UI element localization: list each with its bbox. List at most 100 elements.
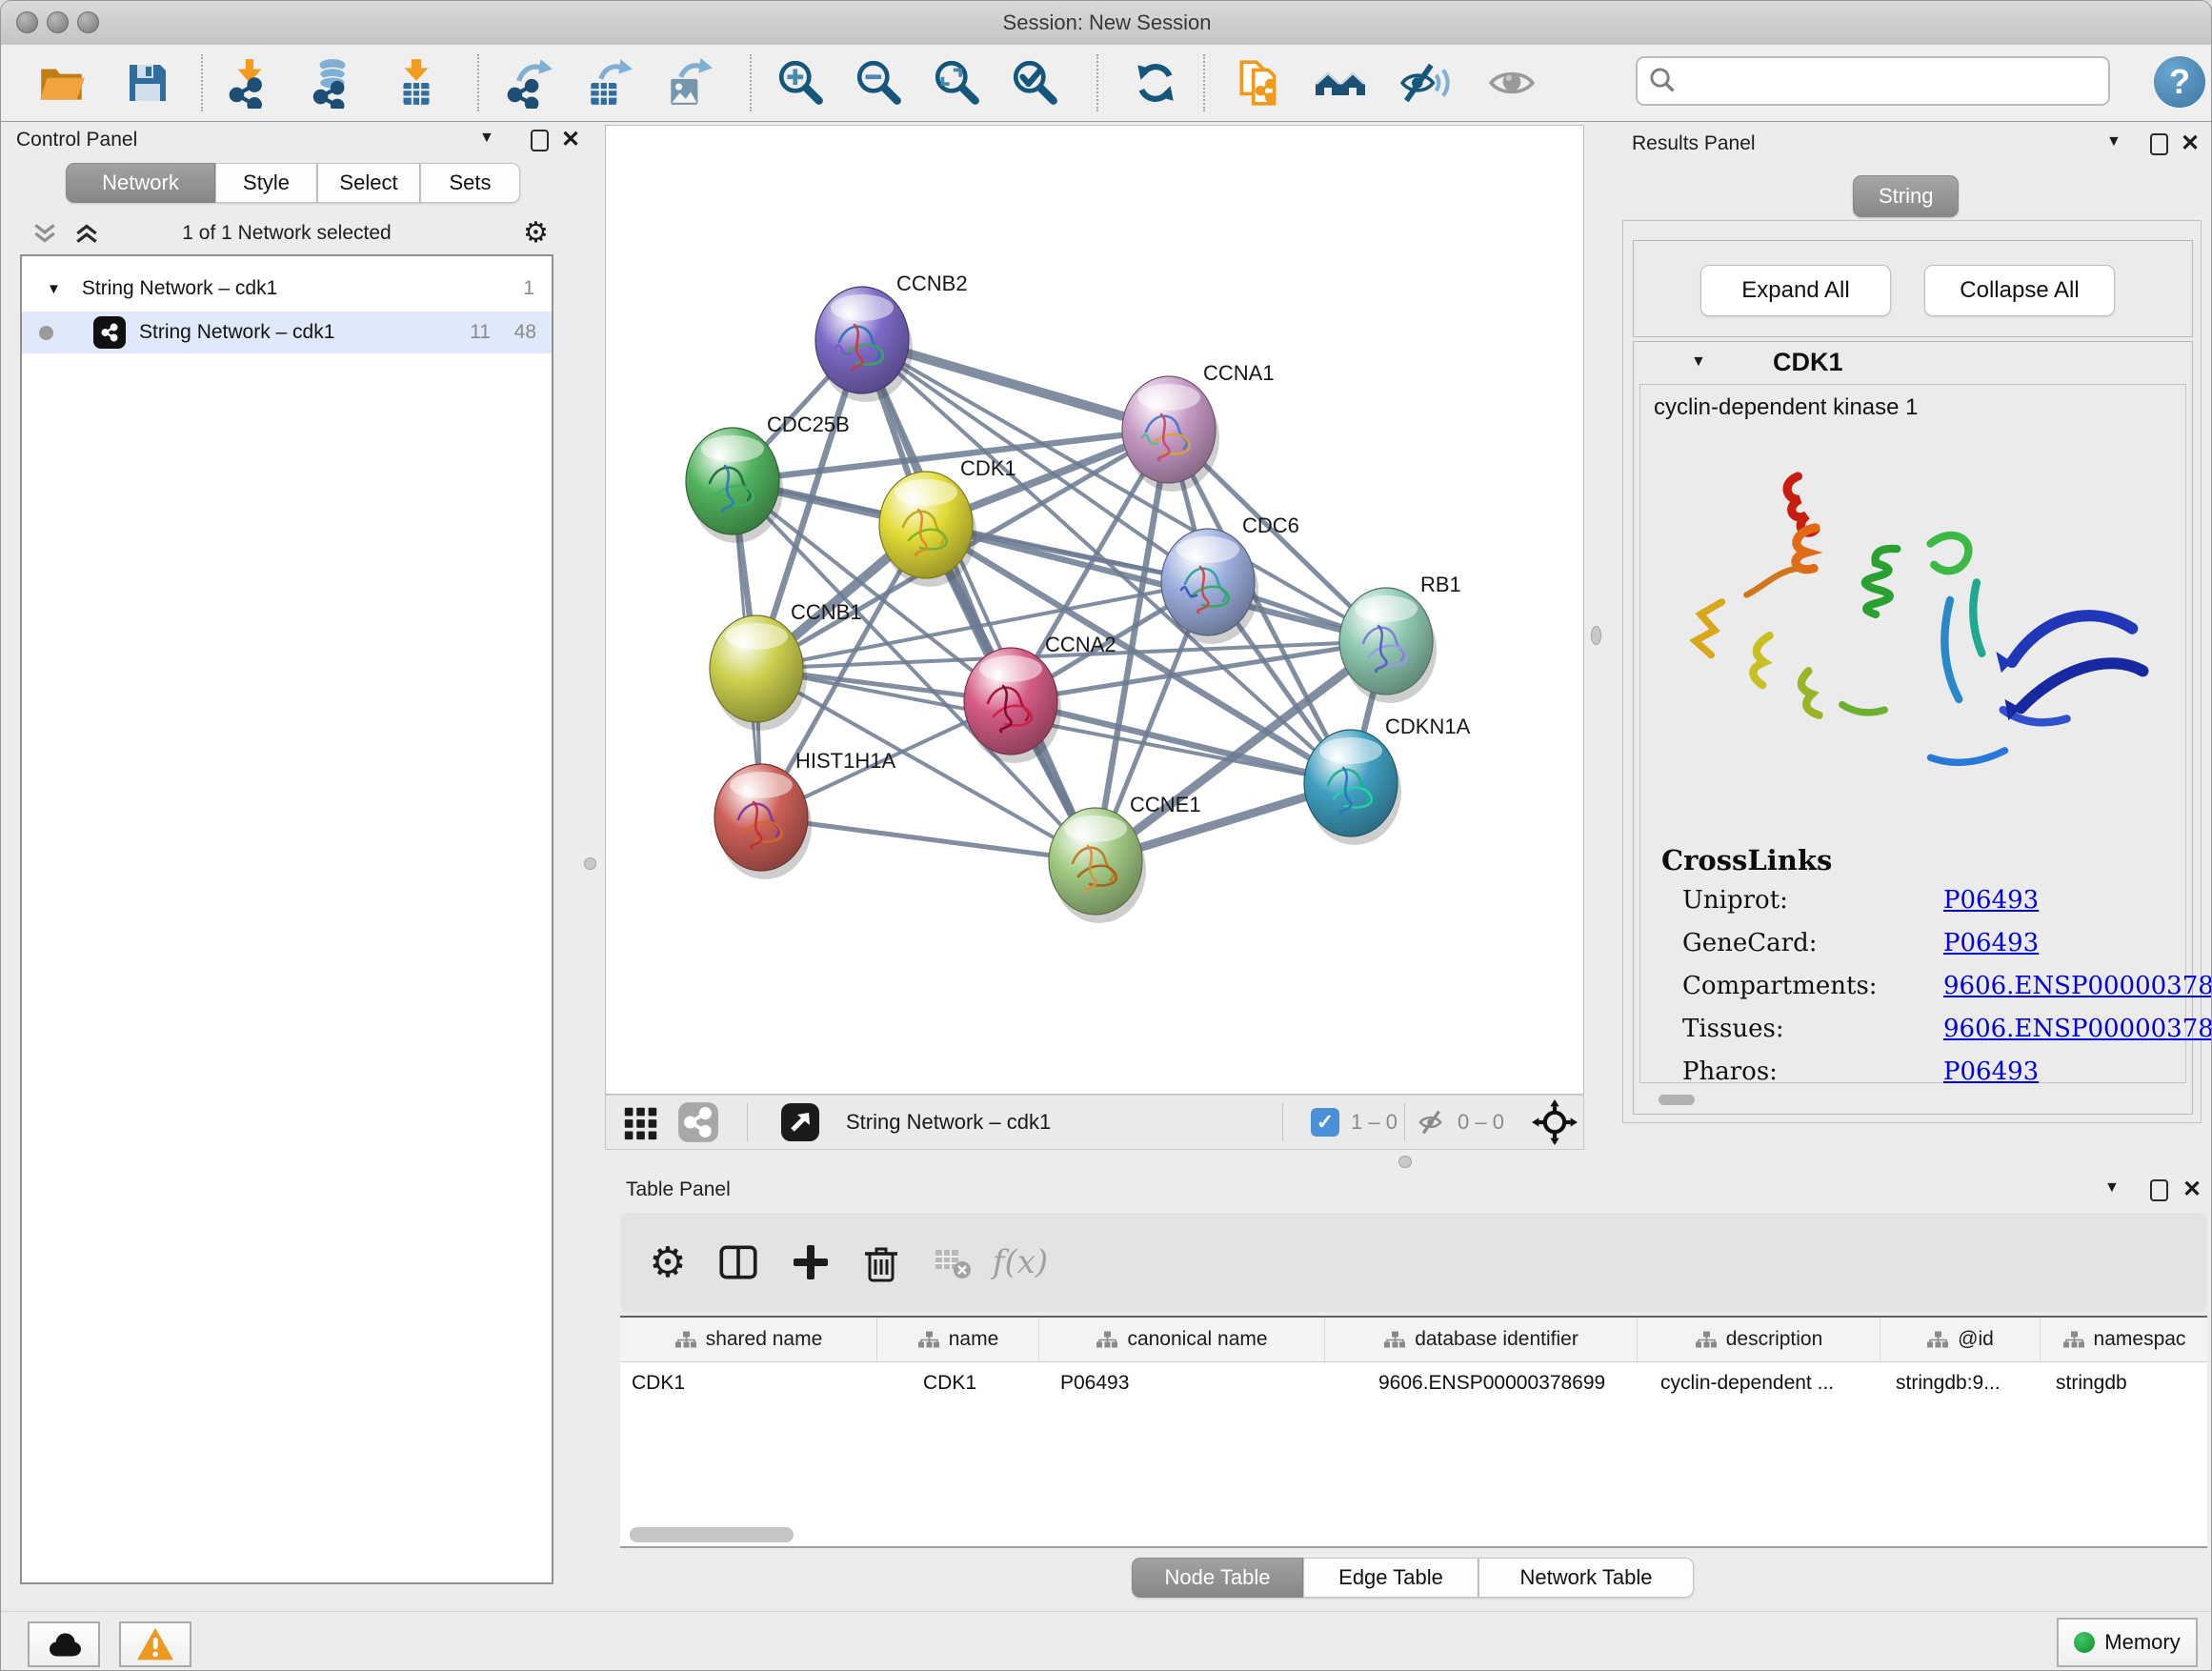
collapse-all-button[interactable]: Collapse All (1924, 265, 2115, 316)
collapse-panel-icon[interactable]: ▼ (2104, 1179, 2120, 1197)
export-network-button[interactable] (502, 56, 555, 110)
crosslink-genecard[interactable]: P06493 (1943, 929, 2039, 957)
zoom-in-button[interactable] (774, 56, 828, 110)
table-hscrollbar-thumb[interactable] (630, 1527, 794, 1542)
collapse-panel-icon[interactable]: ▼ (479, 130, 494, 147)
column-header[interactable]: description (1638, 1318, 1880, 1361)
memory-button[interactable]: Memory (2057, 1618, 2198, 1667)
tab-sets[interactable]: Sets (420, 163, 520, 203)
tree-caret-icon[interactable]: ▼ (47, 281, 61, 297)
network-list-toolbar: 1 of 1 Network selected ⚙ (20, 214, 553, 252)
close-panel-icon[interactable]: ✕ (2182, 1176, 2202, 1203)
network-node-HIST1H1A[interactable] (714, 764, 812, 879)
open-folder-icon (36, 57, 88, 109)
expand-all-button[interactable]: Expand All (1700, 265, 1891, 316)
zoom-fit-button[interactable] (931, 56, 984, 110)
gear-icon[interactable]: ⚙ (523, 216, 549, 250)
float-panel-icon[interactable] (2150, 1179, 2168, 1201)
show-eye-button[interactable] (1485, 56, 1538, 110)
show-grid-button[interactable] (621, 1096, 661, 1149)
table-export-icon (583, 57, 634, 109)
float-panel-icon[interactable] (2150, 133, 2168, 155)
search-input[interactable] (1685, 68, 2108, 94)
tab-style[interactable]: Style (215, 163, 317, 203)
column-header[interactable]: @id (1880, 1318, 2041, 1361)
table-settings-button[interactable]: ⚙ (641, 1236, 694, 1289)
open-session-button[interactable] (35, 56, 89, 110)
zoom-out-button[interactable] (853, 56, 906, 110)
tab-network[interactable]: Network (66, 163, 215, 203)
network-row-selected[interactable]: String Network – cdk1 11 48 (22, 312, 552, 353)
close-panel-icon[interactable]: ✕ (2181, 130, 2200, 157)
results-hscrollbar-thumb[interactable] (1659, 1095, 1695, 1105)
network-collection-row[interactable]: ▼ String Network – cdk1 1 (22, 268, 552, 310)
columns-icon (715, 1239, 761, 1285)
import-table-button[interactable] (390, 56, 443, 110)
network-node-CCNA1[interactable] (1122, 376, 1219, 492)
tab-string[interactable]: String (1853, 175, 1959, 217)
column-header[interactable]: namespac (2041, 1318, 2207, 1361)
network-node-CCNB2[interactable] (815, 287, 913, 402)
birdseye-toggle-button[interactable] (1532, 1096, 1578, 1149)
gene-description: cyclin-dependent kinase 1 (1654, 394, 1919, 421)
string-style-button[interactable] (676, 1096, 720, 1149)
expand-collapse-box: Expand All Collapse All (1633, 240, 2193, 337)
hide-labels-button[interactable] (1398, 56, 1451, 110)
gene-collapse-icon[interactable]: ▼ (1691, 353, 1706, 371)
export-image-button[interactable] (662, 56, 715, 110)
collapse-panel-icon[interactable]: ▼ (2106, 133, 2122, 151)
help-button[interactable]: ? (2154, 56, 2205, 108)
tab-select[interactable]: Select (317, 163, 420, 203)
crosslink-tissues[interactable]: 9606.ENSP00000378699 (1943, 1015, 2212, 1043)
show-columns-button[interactable] (712, 1236, 765, 1289)
close-panel-icon[interactable]: ✕ (561, 126, 580, 153)
delete-column-button[interactable] (855, 1236, 908, 1289)
refresh-button[interactable] (1129, 56, 1182, 110)
tab-edge-table[interactable]: Edge Table (1303, 1558, 1478, 1598)
crosslink-label: Tissues: (1682, 1015, 1784, 1043)
network-node-CCNE1[interactable] (1049, 808, 1146, 923)
open-external-button[interactable] (779, 1096, 821, 1149)
string-export-button[interactable] (1234, 56, 1287, 110)
selected-checkbox[interactable]: ✓ (1311, 1096, 1339, 1149)
crosslink-compartments[interactable]: 9606.ENSP00000378699 (1943, 972, 2212, 1000)
crosslink-pharos[interactable]: P06493 (1943, 1057, 2039, 1086)
grid-icon (621, 1102, 661, 1142)
crosslink-uniprot[interactable]: P06493 (1943, 886, 2039, 915)
houses-icon (1314, 57, 1367, 109)
network-node-RB1[interactable] (1339, 588, 1437, 703)
column-header[interactable]: name (877, 1318, 1039, 1361)
cloud-status-button[interactable] (28, 1621, 100, 1667)
vertical-splitter-handle[interactable] (584, 857, 596, 870)
string-home-button[interactable] (1314, 56, 1367, 110)
horizontal-splitter-handle[interactable] (1398, 1156, 1412, 1168)
control-panel-tabs: Network Style Select Sets (66, 163, 520, 203)
export-table-button[interactable] (582, 56, 635, 110)
network-node-label-CDC6: CDC6 (1242, 513, 1299, 537)
tab-node-table[interactable]: Node Table (1132, 1558, 1303, 1598)
column-header[interactable]: shared name (620, 1318, 877, 1361)
share-icon (676, 1100, 720, 1144)
network-canvas[interactable]: CCNB2CCNA1CDC25BCDK1CDC6RB1CCNB1CCNA2CDK… (605, 125, 1584, 1095)
table-row[interactable]: CDK1 CDK1 P06493 9606.ENSP00000378699 cy… (620, 1362, 2207, 1404)
import-network-file-button[interactable] (224, 56, 277, 110)
column-header[interactable]: database identifier (1325, 1318, 1638, 1361)
network-node-CDK1[interactable] (879, 472, 976, 587)
zoom-selected-icon (1010, 57, 1061, 109)
network-node-CCNA2[interactable] (964, 648, 1061, 763)
tab-network-table[interactable]: Network Table (1478, 1558, 1694, 1598)
collection-label: String Network – cdk1 (82, 277, 277, 300)
network-label: String Network – cdk1 (139, 321, 334, 344)
vertical-splitter-handle[interactable] (1591, 626, 1601, 645)
hierarchy-icon (917, 1330, 940, 1350)
warning-status-button[interactable] (119, 1621, 191, 1667)
float-panel-icon[interactable] (531, 130, 549, 151)
table-import-icon (391, 57, 442, 109)
network-node-CDKN1A[interactable] (1304, 730, 1401, 845)
add-column-button[interactable] (784, 1236, 837, 1289)
save-session-button[interactable] (121, 56, 174, 110)
column-header[interactable]: canonical name (1039, 1318, 1325, 1361)
zoom-selected-button[interactable] (1009, 56, 1062, 110)
collection-count: 1 (523, 277, 534, 300)
import-network-database-button[interactable] (306, 56, 359, 110)
